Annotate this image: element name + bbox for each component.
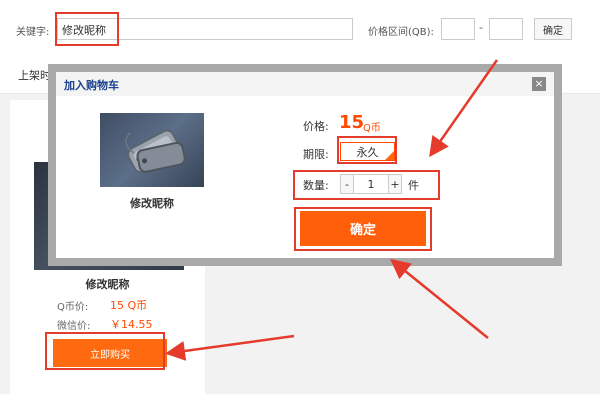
- modal-item-image: [100, 113, 204, 187]
- keyword-label: 关键字:: [16, 27, 50, 38]
- quantity-unit: 件: [408, 179, 419, 192]
- filter-bar: 关键字: 修改昵称 价格区间(QB): - 确定: [0, 0, 600, 60]
- modal-item-name: 修改昵称: [130, 197, 174, 210]
- period-option[interactable]: 永久: [340, 142, 395, 161]
- q-price-value: 15 Q币: [110, 299, 148, 312]
- buy-now-button[interactable]: 立即购买: [53, 339, 167, 367]
- period-value: 永久: [356, 145, 379, 159]
- modal-title: 加入购物车: [64, 79, 119, 92]
- close-icon[interactable]: ×: [532, 77, 546, 91]
- modal-header: 加入购物车 ×: [56, 72, 554, 96]
- q-price-label: Q币价:: [57, 302, 89, 313]
- wechat-price-value: ￥14.55: [110, 318, 153, 331]
- check-corner-icon: [385, 151, 394, 160]
- quantity-label: 数量:: [303, 179, 329, 192]
- price-min-input[interactable]: [441, 18, 475, 40]
- dog-tag-icon: [125, 129, 186, 174]
- wechat-price-label: 微信价:: [57, 321, 91, 332]
- price-dash: -: [479, 21, 483, 34]
- add-to-cart-modal: 加入购物车 × 修改昵称 价格: 15 Q币 期限: 永久 数量: - 1 + …: [56, 72, 554, 258]
- quantity-input[interactable]: 1: [354, 174, 388, 194]
- period-label: 期限:: [303, 148, 329, 161]
- quantity-minus-button[interactable]: -: [340, 174, 354, 194]
- filter-confirm-button[interactable]: 确定: [534, 18, 572, 40]
- arrow-to-confirm: [390, 258, 489, 339]
- quantity-plus-button[interactable]: +: [388, 174, 402, 194]
- modal-confirm-button[interactable]: 确定: [300, 211, 426, 246]
- price-value: 15: [339, 112, 365, 133]
- price-max-input[interactable]: [489, 18, 523, 40]
- price-range-label: 价格区间(QB):: [368, 27, 434, 38]
- keyword-value[interactable]: 修改昵称: [62, 22, 106, 38]
- product-title[interactable]: 修改昵称: [10, 276, 205, 292]
- price-unit: Q币: [363, 123, 381, 134]
- price-label: 价格:: [303, 120, 329, 133]
